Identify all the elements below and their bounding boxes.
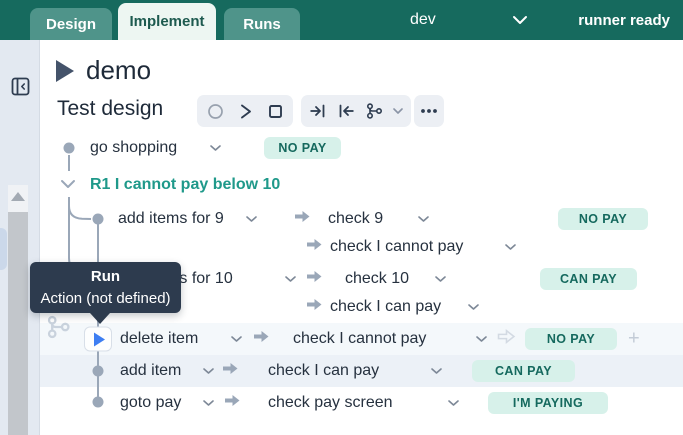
scrollbar-thumb[interactable]: [8, 212, 28, 435]
chevron-down-icon[interactable]: [431, 362, 442, 380]
state-badge[interactable]: I'M PAYING: [488, 392, 608, 414]
tab-runs[interactable]: Runs: [224, 8, 300, 40]
runner-status-label: runner ready: [578, 12, 670, 29]
chevron-down-icon[interactable]: [448, 394, 459, 412]
record-button[interactable]: [207, 103, 224, 120]
chevron-down-icon[interactable]: [203, 362, 214, 380]
branch-chevron-down-icon[interactable]: [393, 107, 403, 115]
row-add-items-for-9[interactable]: add items for 9 check 9 NO PAY: [40, 205, 683, 233]
play-button[interactable]: [238, 103, 253, 120]
state-badge[interactable]: CAN PAY: [472, 360, 575, 382]
state-badge[interactable]: NO PAY: [264, 137, 341, 159]
ghost-arrow-right-icon: [497, 328, 516, 350]
ellipsis-button[interactable]: [420, 108, 438, 114]
tab-design[interactable]: Design: [30, 8, 112, 40]
state-badge[interactable]: CAN PAY: [540, 268, 637, 290]
chevron-down-icon[interactable]: [60, 176, 76, 194]
environment-label: dev: [410, 11, 436, 29]
stop-button[interactable]: [267, 103, 284, 120]
arrow-right-icon: [294, 209, 311, 230]
arrow-right-icon: [224, 393, 241, 414]
branch-button[interactable]: [365, 102, 383, 120]
collapse-panel-icon[interactable]: [11, 77, 30, 96]
run-step-button[interactable]: [84, 327, 112, 352]
arrow-right-icon: [306, 297, 323, 318]
action-label[interactable]: delete item: [120, 330, 198, 348]
chevron-down-icon[interactable]: [418, 210, 429, 228]
row-rule-r1[interactable]: R1 I cannot pay below 10: [40, 171, 683, 199]
arrow-right-icon: [306, 237, 323, 258]
test-header: demo: [56, 55, 151, 86]
check-label[interactable]: check pay screen: [268, 394, 393, 412]
check-label[interactable]: check I cannot pay: [330, 238, 463, 256]
app-window: Design Implement Runs dev runner ready: [0, 0, 683, 435]
more-actions-group: [414, 95, 444, 127]
action-label[interactable]: add item: [120, 362, 181, 380]
row-delete-item[interactable]: delete item check I cannot pay NO PAY +: [40, 323, 683, 355]
chevron-down-icon[interactable]: [203, 394, 214, 412]
sidebar-scrollbar[interactable]: [8, 185, 28, 435]
row-check-i-cannot-pay[interactable]: check I cannot pay: [40, 233, 683, 261]
action-label[interactable]: go shopping: [90, 139, 177, 157]
run-controls-group: [197, 95, 293, 127]
add-check-plus-icon[interactable]: +: [628, 328, 640, 351]
tab-runs-label: Runs: [243, 16, 281, 33]
row-add-item[interactable]: add item check I can pay CAN PAY: [40, 355, 683, 387]
check-label[interactable]: check I can pay: [330, 298, 441, 316]
step-into-button[interactable]: [309, 102, 327, 120]
runner-status: runner ready: [578, 0, 670, 40]
action-label[interactable]: add items for 9: [118, 210, 224, 228]
left-sidebar: [0, 40, 40, 435]
chevron-down-icon[interactable]: [505, 238, 516, 256]
play-icon: [94, 332, 105, 346]
chevron-down-icon[interactable]: [435, 270, 446, 288]
chevron-down-icon[interactable]: [476, 330, 487, 348]
top-bar: Design Implement Runs dev runner ready: [0, 0, 683, 40]
tooltip-subtitle: Action (not defined): [30, 288, 181, 309]
step-controls-group: [301, 95, 411, 127]
row-go-shopping[interactable]: go shopping NO PAY: [40, 134, 683, 162]
arrow-right-icon: [222, 361, 239, 382]
page-title: demo: [86, 55, 151, 86]
chevron-down-icon[interactable]: [512, 13, 528, 32]
tooltip-pointer: [90, 313, 110, 324]
arrow-right-icon: [253, 329, 270, 350]
state-badge[interactable]: NO PAY: [558, 208, 648, 230]
arrow-right-icon: [306, 269, 323, 290]
chevron-down-icon[interactable]: [285, 270, 296, 288]
step-out-button[interactable]: [337, 102, 355, 120]
chevron-down-icon[interactable]: [210, 139, 221, 157]
tab-design-label: Design: [46, 16, 96, 33]
state-badge[interactable]: NO PAY: [525, 328, 617, 350]
action-label[interactable]: goto pay: [120, 394, 181, 412]
tab-implement-label: Implement: [129, 13, 204, 30]
check-label[interactable]: check 9: [328, 210, 383, 228]
check-label[interactable]: check 10: [345, 270, 409, 288]
environment-dropdown[interactable]: dev: [410, 0, 436, 40]
run-tooltip: Run Action (not defined): [30, 262, 181, 313]
chevron-down-icon[interactable]: [468, 298, 479, 316]
row-goto-pay[interactable]: goto pay check pay screen I'M PAYING: [40, 387, 683, 419]
rule-label[interactable]: R1 I cannot pay below 10: [90, 176, 280, 194]
chevron-down-icon[interactable]: [231, 330, 242, 348]
check-label[interactable]: check I can pay: [268, 362, 379, 380]
tooltip-title: Run: [30, 266, 181, 288]
section-title: Test design: [57, 97, 163, 121]
tab-implement[interactable]: Implement: [118, 3, 216, 40]
check-label[interactable]: check I cannot pay: [293, 330, 426, 348]
panel-resize-handle[interactable]: [0, 228, 7, 270]
play-icon[interactable]: [56, 60, 74, 82]
chevron-down-icon[interactable]: [246, 210, 257, 228]
scroll-up-arrow-icon[interactable]: [11, 192, 25, 201]
